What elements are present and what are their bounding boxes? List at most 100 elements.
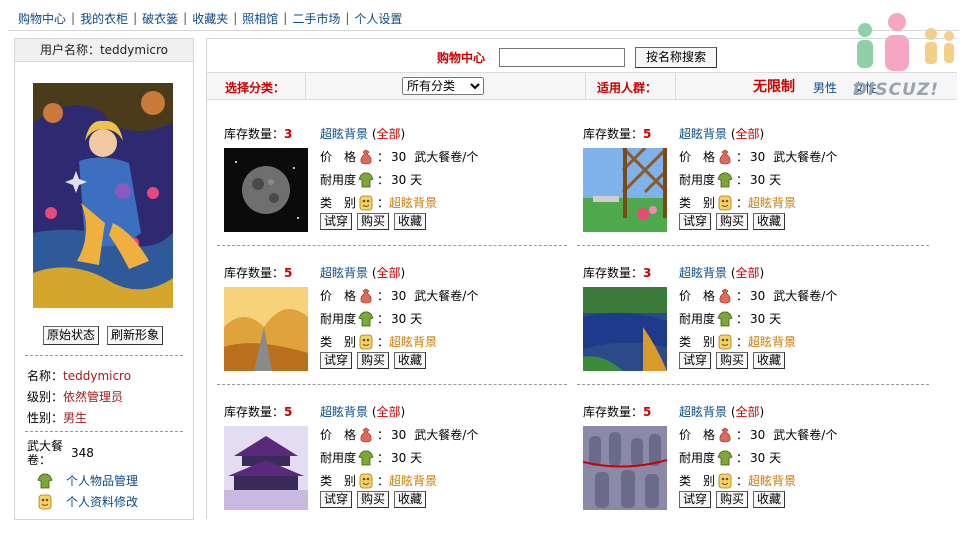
price-row: 价 格 ： 30 武大餐卷/个	[320, 287, 478, 304]
nav-photo-studio[interactable]: 照相馆	[238, 10, 282, 27]
search-by-name-button[interactable]: 按名称搜索	[635, 47, 718, 68]
type-value[interactable]: 超眩背景	[748, 333, 796, 350]
audience-unlimited[interactable]: 无限制	[753, 76, 795, 96]
try-on-button[interactable]: 试穿	[679, 213, 712, 230]
menu-item-edit-profile[interactable]: 个人资料修改	[37, 493, 138, 510]
durability-key: 耐用度	[679, 451, 716, 465]
menu-item-manage-items[interactable]: 个人物品管理	[37, 472, 138, 489]
colon: ：	[736, 428, 749, 442]
discuz-logo: DISCUZ!	[845, 8, 963, 100]
audience-male[interactable]: 男性	[813, 79, 837, 96]
category-all-link[interactable]: 全部	[736, 405, 760, 419]
type-key: 类 别	[320, 196, 357, 210]
reset-appearance-button[interactable]: 原始状态	[43, 326, 100, 345]
try-on-button[interactable]: 试穿	[320, 213, 353, 230]
username-header: 用户名称：teddymicro	[15, 39, 193, 62]
stock-value: 5	[284, 266, 293, 280]
row-divider	[577, 384, 929, 385]
type-value[interactable]: 超眩背景	[389, 472, 437, 489]
avatar-buttons: 原始状态 刷新形象	[43, 326, 164, 345]
favorite-button[interactable]: 收藏	[753, 491, 786, 508]
stock-value: 5	[284, 405, 293, 419]
category-all-link[interactable]: 全部	[736, 127, 760, 141]
try-on-button[interactable]: 试穿	[320, 352, 353, 369]
try-on-button[interactable]: 试穿	[679, 491, 712, 508]
item-thumbnail[interactable]	[224, 287, 308, 371]
stock-value: 5	[643, 405, 652, 419]
type-value[interactable]: 超眩背景	[748, 194, 796, 211]
durability-key: 耐用度	[679, 173, 716, 187]
item-thumbnail[interactable]	[583, 148, 667, 232]
stock-label: 库存数量：	[224, 266, 285, 280]
buy-button[interactable]: 购买	[716, 352, 749, 369]
buy-button[interactable]: 购买	[716, 213, 749, 230]
price-value: 30	[391, 288, 407, 303]
favorite-button[interactable]: 收藏	[394, 491, 427, 508]
item-category-link[interactable]: 超眩背景 (全部)	[679, 125, 764, 142]
category-name[interactable]: 超眩背景	[679, 266, 727, 280]
category-name[interactable]: 超眩背景	[320, 266, 368, 280]
nav-shopping-center[interactable]: 购物中心	[14, 10, 70, 27]
favorite-button[interactable]: 收藏	[753, 213, 786, 230]
category-name[interactable]: 超眩背景	[320, 127, 368, 141]
user-sidebar: 用户名称：teddymicro 原始状态 刷新形象 名称：teddymicro	[14, 38, 194, 520]
try-on-button[interactable]: 试穿	[679, 352, 712, 369]
buy-button[interactable]: 购买	[357, 352, 390, 369]
favorite-button[interactable]: 收藏	[394, 352, 427, 369]
colon: ：	[377, 428, 390, 442]
stock-count: 库存数量：5	[224, 403, 292, 420]
colon: ：	[377, 451, 390, 465]
type-value[interactable]: 超眩背景	[389, 333, 437, 350]
price-currency: 武大餐卷/个	[414, 150, 479, 164]
category-name[interactable]: 超眩背景	[320, 405, 368, 419]
item-category-link[interactable]: 超眩背景 (全部)	[679, 403, 764, 420]
nav-personal-settings[interactable]: 个人设置	[350, 10, 406, 27]
price-row: 价 格 ： 30 武大餐卷/个	[320, 426, 478, 443]
gender-value: 男生	[63, 411, 88, 425]
search-input[interactable]	[499, 48, 626, 67]
category-select[interactable]: 所有分类	[402, 77, 484, 95]
durability-key: 耐用度	[320, 451, 357, 465]
sidebar-divider	[25, 355, 183, 356]
category-name[interactable]: 超眩背景	[679, 405, 727, 419]
shirt-icon	[717, 311, 733, 326]
item-category-link[interactable]: 超眩背景 (全部)	[320, 264, 405, 281]
favorite-button[interactable]: 收藏	[394, 213, 427, 230]
buy-button[interactable]: 购买	[716, 491, 749, 508]
item-thumbnail[interactable]	[583, 426, 667, 510]
favorite-button[interactable]: 收藏	[753, 352, 786, 369]
colon: ：	[736, 335, 749, 349]
category-name[interactable]: 超眩背景	[679, 127, 727, 141]
category-all-link[interactable]: 全部	[736, 266, 760, 280]
colon: ：	[736, 289, 749, 303]
type-row: 类 别 ： 超眩背景	[679, 472, 796, 489]
durability-row: 耐用度 ： 30 天	[320, 310, 422, 327]
mask-icon	[718, 195, 732, 210]
buy-button[interactable]: 购买	[357, 213, 390, 230]
category-all-link[interactable]: 全部	[377, 127, 401, 141]
nav-trash-basket[interactable]: 破衣篓	[138, 10, 182, 27]
item-thumbnail[interactable]	[583, 287, 667, 371]
nav-my-wardrobe[interactable]: 我的衣柜	[76, 10, 132, 27]
item-category-link[interactable]: 超眩背景 (全部)	[320, 125, 405, 142]
item-category-link[interactable]: 超眩背景 (全部)	[679, 264, 764, 281]
item-thumbnail[interactable]	[224, 426, 308, 510]
item-category-link[interactable]: 超眩背景 (全部)	[320, 403, 405, 420]
item-actions: 试穿 购买 收藏	[679, 491, 786, 508]
nav-second-hand-market[interactable]: 二手市场	[288, 10, 344, 27]
currency-key: 武大餐卷：	[27, 439, 64, 467]
type-value[interactable]: 超眩背景	[389, 194, 437, 211]
try-on-button[interactable]: 试穿	[320, 491, 353, 508]
category-all-link[interactable]: 全部	[377, 405, 401, 419]
refresh-appearance-button[interactable]: 刷新形象	[107, 326, 164, 345]
type-row: 类 别 ： 超眩背景	[679, 333, 796, 350]
buy-button[interactable]: 购买	[357, 491, 390, 508]
shop-item: 库存数量：5 超眩背景 (全部) 价 格 ： 30 武大餐卷/个 耐用度 ： 3…	[583, 125, 928, 257]
category-all-link[interactable]: 全部	[377, 266, 401, 280]
filter-sep	[585, 73, 586, 99]
type-value[interactable]: 超眩背景	[748, 472, 796, 489]
paren-close: )	[759, 405, 765, 419]
item-thumbnail[interactable]	[224, 148, 308, 232]
nav-favorites[interactable]: 收藏夹	[188, 10, 232, 27]
row-divider	[577, 245, 929, 246]
